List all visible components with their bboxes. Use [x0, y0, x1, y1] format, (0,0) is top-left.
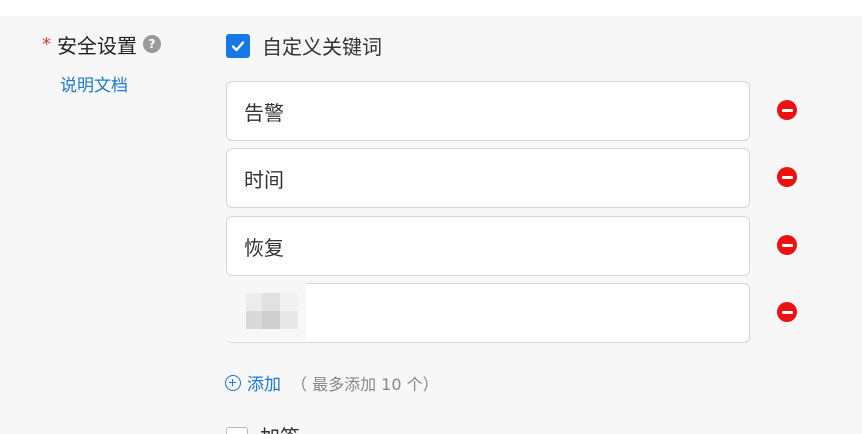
add-keyword-hint: （ 最多添加 10 个）	[291, 374, 439, 394]
keyword-input[interactable]	[226, 216, 750, 276]
signature-label: 加签	[260, 427, 300, 434]
plus-circle-icon	[225, 374, 241, 391]
minus-circle-icon[interactable]	[777, 167, 797, 187]
signature-checkbox[interactable]	[226, 427, 248, 434]
question-circle-icon[interactable]: ?	[143, 35, 161, 53]
add-keyword-button[interactable]: 添加 （ 最多添加 10 个）	[225, 370, 439, 395]
security-settings-label: * 安全设置 ?	[42, 30, 161, 58]
minus-circle-icon[interactable]	[777, 235, 797, 255]
add-keyword-label: 添加	[247, 375, 281, 395]
required-mark: *	[42, 34, 51, 55]
custom-keywords-option[interactable]: 自定义关键词	[226, 31, 382, 60]
top-background	[0, 0, 862, 16]
redacted-mosaic	[226, 283, 306, 341]
keyword-row	[226, 81, 850, 141]
keyword-row	[226, 283, 850, 343]
security-settings-title: 安全设置	[57, 33, 137, 58]
signature-option[interactable]: 加签	[226, 427, 300, 434]
custom-keywords-label: 自定义关键词	[262, 35, 382, 59]
minus-circle-icon[interactable]	[777, 100, 797, 120]
minus-circle-icon[interactable]	[777, 302, 797, 322]
keyword-row	[226, 148, 850, 208]
keyword-input[interactable]	[226, 148, 750, 208]
checkmark-icon	[231, 40, 245, 51]
documentation-link[interactable]: 说明文档	[60, 71, 128, 96]
custom-keywords-checkbox[interactable]	[226, 33, 250, 58]
keyword-input[interactable]	[226, 81, 750, 141]
keyword-row	[226, 216, 850, 276]
